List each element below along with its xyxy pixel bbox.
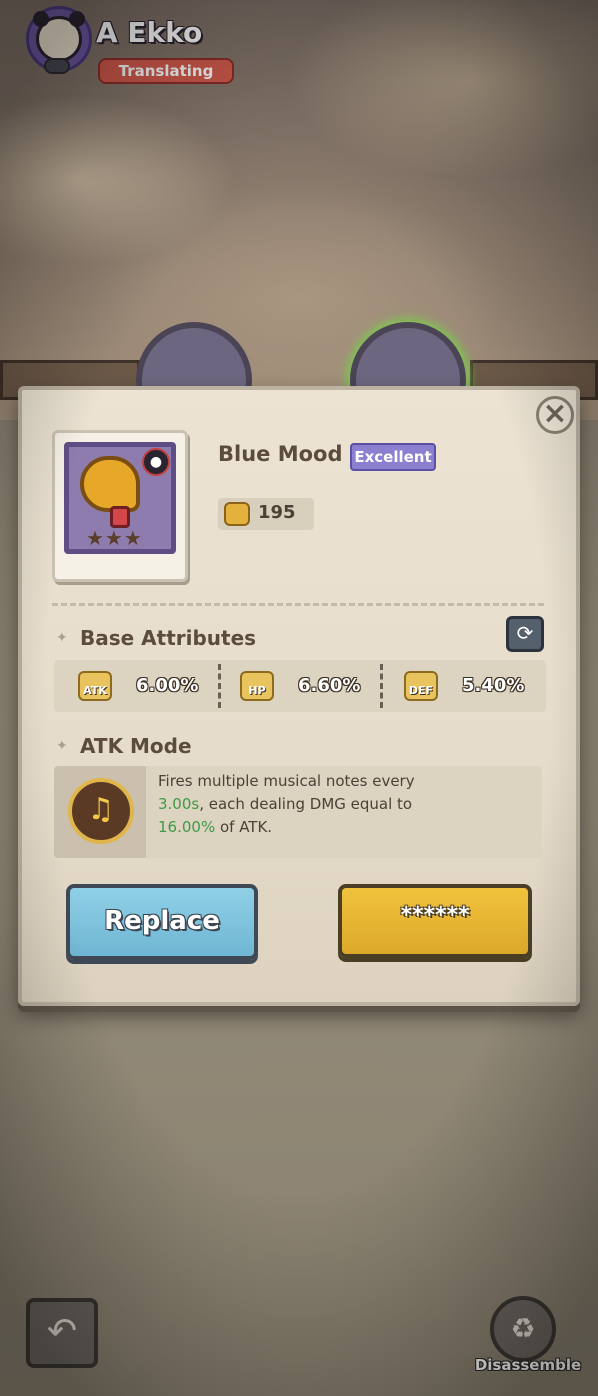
attr-separator xyxy=(380,664,383,708)
hp-value: 6.60% xyxy=(298,675,361,696)
quality-badge: Excellent xyxy=(350,443,436,471)
back-button[interactable]: ↶ xyxy=(26,1298,98,1368)
def-value: 5.40% xyxy=(462,675,525,696)
desc-part3: of ATK. xyxy=(215,818,273,836)
gramophone-stand-icon xyxy=(110,506,130,528)
divider xyxy=(52,603,544,606)
interval-value: 3.00s xyxy=(158,795,200,813)
close-icon: × xyxy=(542,396,568,431)
fist-icon xyxy=(224,502,250,526)
disassemble-label: Disassemble xyxy=(474,1356,582,1374)
refresh-button[interactable]: ⟳ xyxy=(506,616,544,652)
player-name: A Ekko xyxy=(96,16,203,49)
recycle-icon: ♻ xyxy=(510,1312,536,1345)
avatar-badge-icon xyxy=(44,58,70,74)
refresh-icon: ⟳ xyxy=(516,621,534,645)
disassemble-button[interactable]: ♻ xyxy=(490,1296,556,1362)
music-note-icon: ♫ xyxy=(68,778,134,844)
power-value: 195 xyxy=(258,502,296,523)
status-badge: Translating xyxy=(98,58,234,84)
item-title: Blue Mood xyxy=(218,442,343,466)
sky-background xyxy=(0,0,598,420)
item-stars: ★★★ xyxy=(86,526,143,550)
atk-mode-title: ATK Mode xyxy=(80,734,192,758)
base-attributes-title: Base Attributes xyxy=(80,626,257,650)
sparkle-icon: ✦ xyxy=(56,630,68,646)
percent-value: 16.00% xyxy=(158,818,216,836)
equip-button[interactable]: ****** xyxy=(338,884,532,958)
replace-button[interactable]: Replace xyxy=(66,884,258,960)
hp-icon: HP xyxy=(240,671,274,701)
back-arrow-icon: ↶ xyxy=(46,1311,78,1352)
gramophone-horn-icon xyxy=(80,456,140,512)
close-button[interactable]: × xyxy=(536,396,574,434)
atk-mode-description: Fires multiple musical notes every 3.00s,… xyxy=(158,770,536,839)
sparkle-icon: ✦ xyxy=(56,738,68,754)
desc-part2: , each dealing DMG equal to xyxy=(199,795,413,813)
atk-value: 6.00% xyxy=(136,675,199,696)
attr-separator xyxy=(218,664,221,708)
desc-part1: Fires multiple musical notes every xyxy=(158,772,415,790)
def-icon: DEF xyxy=(404,671,438,701)
avatar-face-icon xyxy=(33,11,85,62)
owner-badge-icon: ● xyxy=(142,448,170,476)
atk-icon: ATK xyxy=(78,671,112,701)
